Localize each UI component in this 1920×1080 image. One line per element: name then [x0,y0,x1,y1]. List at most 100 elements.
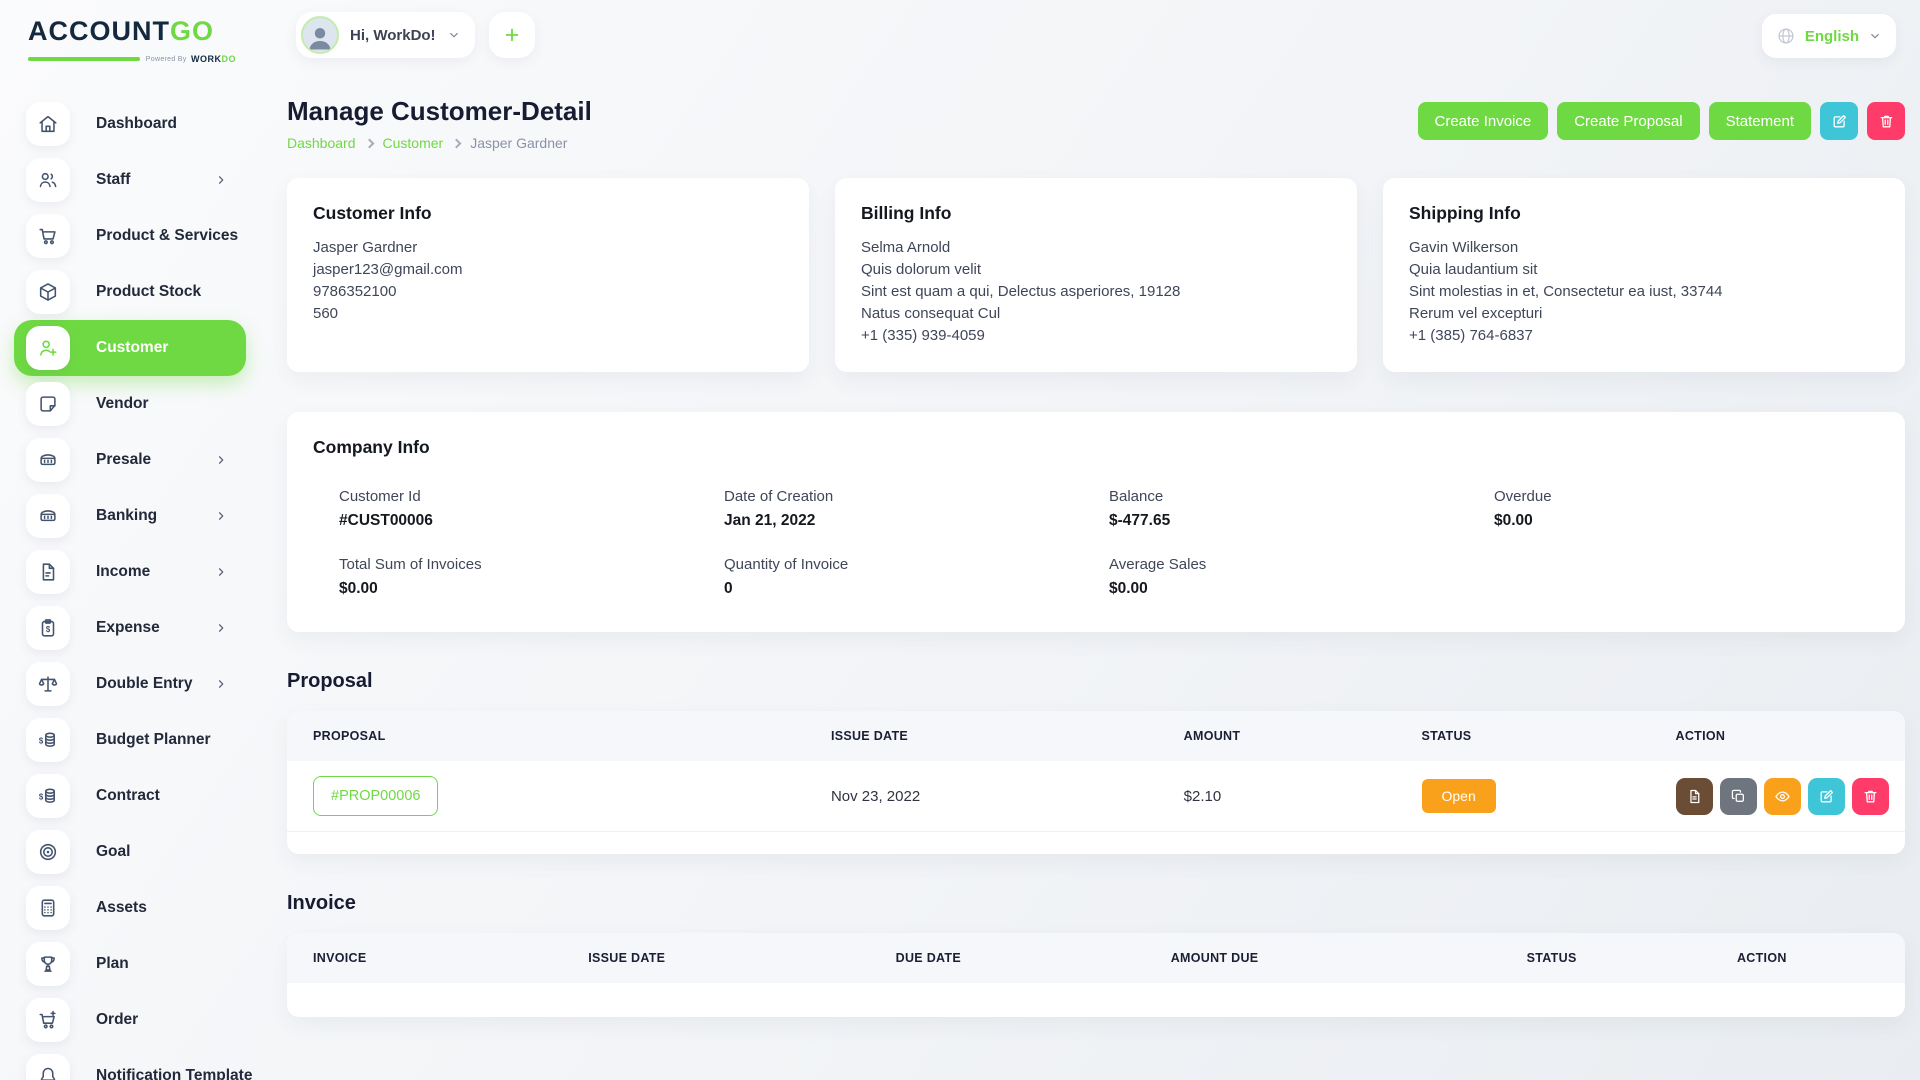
sidebar-item-goal[interactable]: Goal [0,824,262,880]
sidebar-item-staff[interactable]: Staff [0,152,262,208]
create-proposal-button[interactable]: Create Proposal [1557,102,1700,140]
sidebar-item-label: Income [96,563,151,580]
status-badge[interactable]: Open [1421,779,1496,813]
language-selector[interactable]: English [1761,14,1896,58]
cube-icon [26,270,70,314]
statement-button[interactable]: Statement [1708,102,1811,140]
edit-icon [1833,114,1846,127]
breadcrumb-separator-icon [364,138,374,149]
field-balance: Balance $-477.65 [1109,488,1171,529]
bell-icon [26,1054,70,1080]
trophy-icon [26,942,70,986]
proposal-edit-button[interactable] [1807,777,1845,815]
sidebar-item-label: Budget Planner [96,731,211,748]
chevron-right-icon [214,621,228,635]
billing-address-2: Sint est quam a qui, Delectus asperiores… [861,283,1181,300]
breadcrumb-dashboard[interactable]: Dashboard [287,135,356,151]
sidebar-item-label: Expense [96,619,160,636]
greeting-label: Hi, WorkDo! [350,26,436,44]
chevron-right-icon [214,677,228,691]
sidebar-item-notification-template[interactable]: Notification Template [0,1048,262,1080]
shipping-info-card: Shipping Info Gavin Wilkerson Quia lauda… [1383,178,1905,372]
field-customer-id: Customer Id #CUST00006 [339,488,433,529]
billing-address-1: Quis dolorum velit [861,261,982,278]
shipping-address-3: Rerum vel excepturi [1409,305,1543,322]
create-invoice-button[interactable]: Create Invoice [1417,102,1549,140]
add-button[interactable] [488,12,535,58]
sidebar-item-label: Plan [96,955,129,972]
proposal-number-link[interactable]: #PROP00006 [313,776,439,816]
chevron-right-icon [214,173,228,187]
breadcrumb-separator-icon [451,138,462,149]
field-overdue: Overdue $0.00 [1494,488,1552,529]
sidebar-item-vendor[interactable]: Vendor [0,376,262,432]
file-invoice-icon [1689,789,1699,803]
company-info-card: Company Info Customer Id #CUST00006 Date… [287,412,1905,632]
sidebar-item-expense[interactable]: $ Expense [0,600,262,656]
sidebar-item-budget-planner[interactable]: $ Budget Planner [0,712,262,768]
app-logo[interactable]: ACCOUNTGO Powered By WORKDO [28,16,236,68]
card-title: Billing Info [861,203,952,223]
column-header: Status [1421,729,1472,743]
field-quantity-of-invoice: Quantity of Invoice 0 [724,556,849,597]
sidebar-item-order[interactable]: Order [0,992,262,1048]
sidebar-item-presale[interactable]: Presale [0,432,262,488]
billing-name: Selma Arnold [861,239,951,256]
sidebar-item-income[interactable]: Income [0,544,262,600]
field-date-of-creation: Date of Creation Jan 21, 2022 [724,488,834,529]
sidebar-item-label: Banking [96,507,158,524]
logo-wordmark: ACCOUNTGO [28,16,215,46]
users-icon [26,158,70,202]
column-header: Action [1736,951,1787,965]
sidebar-item-plan[interactable]: Plan [0,936,262,992]
page-title: Manage Customer-Detail [287,96,592,126]
powered-by-label: Powered By [145,55,187,63]
edit-customer-button[interactable] [1820,102,1858,140]
breadcrumb-customer[interactable]: Customer [383,135,444,151]
sidebar-item-banking[interactable]: Banking [0,488,262,544]
user-menu[interactable]: Hi, WorkDo! [296,12,475,58]
customer-email: jasper123@gmail.com [313,261,463,278]
sidebar-item-dashboard[interactable]: Dashboard [0,96,262,152]
card-title: Customer Info [313,203,432,223]
cart-plus-icon [26,998,70,1042]
sidebar-item-customer[interactable]: Customer [14,320,246,376]
sidebar-item-product-stock[interactable]: Product Stock [0,264,262,320]
proposal-table: Proposal Issue Date Amount Status Action… [287,711,1905,854]
sidebar-item-label: Staff [96,171,131,188]
sidebar-item-label: Presale [96,451,152,468]
sidebar-item-contract[interactable]: $ Contract [0,768,262,824]
scales-icon [26,662,70,706]
proposal-pdf-button[interactable] [1675,777,1713,815]
svg-text:$: $ [39,792,44,801]
sidebar-item-double-entry[interactable]: Double Entry [0,656,262,712]
proposal-delete-button[interactable] [1851,777,1889,815]
table-row: #PROP00006 Nov 23, 2022 $2.10 Open [287,761,1905,832]
language-label: English [1804,27,1859,45]
sidebar-item-product-services[interactable]: Product & Services [0,208,262,264]
bank-icon [26,438,70,482]
breadcrumb: Dashboard Customer Jasper Gardner [287,135,592,151]
chevron-right-icon [214,565,228,579]
billing-info-card: Billing Info Selma Arnold Quis dolorum v… [835,178,1357,372]
column-header: Due Date [895,951,962,965]
calculator-icon [26,886,70,930]
home-icon [26,102,70,146]
bank-icon [26,494,70,538]
sidebar-item-label: Double Entry [96,675,193,692]
invoice-table: Invoice Issue Date Due Date Amount Due S… [287,933,1905,1017]
proposal-duplicate-button[interactable] [1719,777,1757,815]
chevron-right-icon [214,453,228,467]
column-header: Issue Date [588,951,666,965]
billing-phone: +1 (335) 939-4059 [861,327,985,344]
proposal-view-button[interactable] [1763,777,1801,815]
sidebar-item-label: Dashboard [96,115,177,132]
svg-text:$: $ [39,736,44,745]
shipping-name: Gavin Wilkerson [1409,239,1519,256]
edit-icon [1820,789,1833,802]
sidebar-item-assets[interactable]: Assets [0,880,262,936]
breadcrumb-current: Jasper Gardner [470,135,568,151]
delete-customer-button[interactable] [1867,102,1905,140]
field-total-sum-of-invoices: Total Sum of Invoices $0.00 [339,556,482,597]
customer-extra: 560 [313,305,339,322]
